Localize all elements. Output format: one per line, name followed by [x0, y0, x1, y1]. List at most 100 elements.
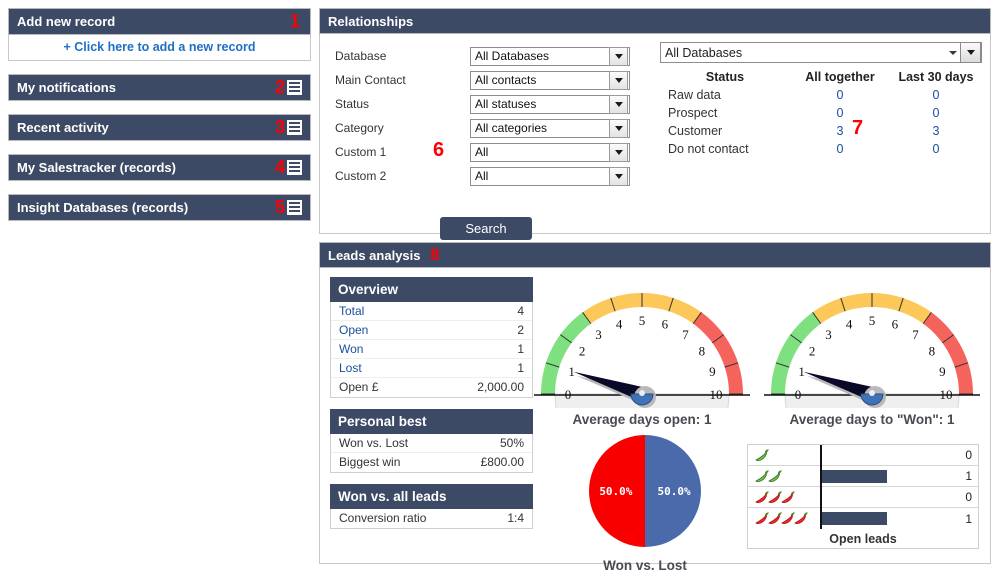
chart-row: 0	[748, 444, 978, 466]
chevron-down-icon[interactable]	[609, 70, 628, 90]
database-select[interactable]: All Databases	[470, 46, 630, 66]
stats-database-select[interactable]: All Databases	[660, 42, 982, 63]
svg-text:7: 7	[912, 327, 919, 342]
svg-text:7: 7	[682, 327, 689, 342]
overview-title: Overview	[330, 277, 533, 302]
svg-text:3: 3	[595, 327, 602, 342]
chart-row: 1	[748, 465, 978, 487]
cell-last-30[interactable]: 0	[890, 140, 982, 158]
row-label[interactable]: Total	[339, 302, 364, 320]
hamburger-icon[interactable]	[287, 120, 302, 135]
chilli-icon	[792, 511, 808, 526]
hamburger-icon[interactable]	[287, 200, 302, 215]
gauge-average-days-open: 012345678910 Average days open: 1	[532, 290, 752, 496]
personal-best-table: Won vs. Lost 50% Biggest win £800.00	[330, 434, 533, 473]
add-new-record-link[interactable]: + Click here to add a new record	[63, 40, 255, 54]
bar	[822, 469, 887, 483]
svg-text:1: 1	[798, 364, 805, 379]
status-stats-table: Status All together Last 30 days Raw dat…	[660, 68, 982, 158]
cell-last-30[interactable]: 0	[890, 104, 982, 122]
category-select[interactable]: All categories	[470, 118, 630, 138]
search-button[interactable]: Search	[440, 217, 532, 240]
cell-all-together[interactable]: 0	[790, 140, 890, 158]
pie-won-vs-lost-caption: Won vs. Lost	[603, 558, 687, 573]
cell-all-together[interactable]: 3	[790, 122, 890, 140]
row-label[interactable]: Won	[339, 340, 363, 358]
won-vs-all-leads-block: Won vs. all leads Conversion ratio 1:4	[330, 484, 533, 529]
row-value: 1	[517, 361, 524, 375]
leads-analysis-title: Leads analysis	[328, 248, 421, 263]
status-select[interactable]: All statuses	[470, 94, 630, 114]
pie-won-vs-lost-svg: 50.0% 50.0%	[589, 435, 701, 547]
cell-all-together[interactable]: 0	[790, 86, 890, 104]
cell-status: Customer	[668, 124, 723, 138]
main-contact-select[interactable]: All contacts	[470, 70, 630, 90]
cell-all-together[interactable]: 0	[790, 104, 890, 122]
row-label[interactable]: Open	[339, 321, 368, 339]
row-label: Open £	[339, 380, 379, 394]
add-new-record-header[interactable]: Add new record 1	[8, 8, 311, 35]
svg-text:3: 3	[825, 327, 832, 342]
chevron-down-icon[interactable]	[609, 46, 628, 66]
table-row: Total 4	[331, 302, 532, 321]
sidebar-item-header[interactable]: My Salestracker (records) 4	[8, 154, 311, 181]
hamburger-icon[interactable]	[287, 160, 302, 175]
chevron-down-icon[interactable]	[960, 42, 981, 63]
table-row: Biggest win £800.00	[331, 453, 532, 472]
chevron-down-icon[interactable]	[609, 118, 628, 138]
cell-last-30[interactable]: 0	[890, 86, 982, 104]
filter-row-status: Status All statuses	[320, 92, 654, 116]
chevron-down-icon[interactable]	[609, 142, 628, 162]
filter-row-main-contact: Main Contact All contacts	[320, 68, 654, 92]
chevron-down-icon[interactable]	[609, 94, 628, 114]
gauge-average-days-to-won-svg: 012345678910	[764, 293, 980, 496]
sidebar-item-recent-activity[interactable]: Recent activity 3	[8, 114, 311, 141]
personal-best-block: Personal best Won vs. Lost 50% Biggest w…	[330, 409, 533, 473]
sidebar-item-insight-databases[interactable]: Insight Databases (records) 5	[8, 194, 311, 221]
row-label[interactable]: Lost	[339, 359, 362, 377]
select-value: All categories	[475, 121, 548, 135]
sidebar-item-label: My notifications	[17, 80, 116, 95]
chevron-down-icon[interactable]	[609, 166, 628, 186]
filter-label: Status	[335, 97, 370, 111]
chilli-icons-1	[753, 448, 769, 463]
sidebar-item-header[interactable]: Insight Databases (records) 5	[8, 194, 311, 221]
custom-1-select[interactable]: All	[470, 142, 630, 162]
chilli-rating-cell	[748, 465, 822, 487]
bar	[822, 512, 887, 525]
sidebar-item-header[interactable]: My notifications 2	[8, 74, 311, 101]
table-row: Raw data 0 0	[660, 86, 982, 104]
chart-row: 1	[748, 508, 978, 529]
sidebar-item-header[interactable]: Recent activity 3	[8, 114, 311, 141]
relationships-header: Relationships	[319, 8, 991, 34]
marker-7: 7	[852, 117, 864, 139]
table-row: Won 1	[331, 340, 532, 359]
relationships-panel: Relationships Database All Databases Mai…	[319, 8, 991, 240]
svg-text:9: 9	[939, 364, 946, 379]
leads-analysis-panel: Leads analysis 8 Overview Total 4 Open 2	[319, 242, 991, 573]
select-value: All contacts	[475, 73, 537, 87]
svg-text:50.0%: 50.0%	[599, 485, 632, 498]
cell-last-30[interactable]: 3	[890, 122, 982, 140]
svg-text:2: 2	[579, 344, 586, 359]
bar-cell	[822, 466, 946, 487]
column-header-all-together: All together	[805, 70, 875, 84]
marker-5: 5	[274, 197, 285, 217]
sidebar-item-my-salestracker[interactable]: My Salestracker (records) 4	[8, 154, 311, 181]
relationships-title: Relationships	[328, 14, 414, 29]
row-value: 2	[517, 323, 524, 337]
won-vs-all-title: Won vs. all leads	[330, 484, 533, 509]
row-value: £800.00	[480, 455, 524, 469]
chilli-icon	[779, 490, 795, 505]
custom-2-select[interactable]: All	[470, 166, 630, 186]
table-row: Conversion ratio 1:4	[331, 509, 532, 528]
relationships-filter-form: Database All Databases Main Contact All …	[320, 34, 654, 240]
svg-text:4: 4	[846, 317, 853, 332]
overview-block: Overview Total 4 Open 2 Won 1 Lost 1 Ope…	[330, 277, 533, 398]
add-new-record-body: + Click here to add a new record	[8, 35, 311, 61]
hamburger-icon[interactable]	[287, 80, 302, 95]
sidebar-item-my-notifications[interactable]: My notifications 2	[8, 74, 311, 101]
bar-value: 1	[965, 511, 972, 526]
small-caret-icon	[949, 50, 957, 55]
